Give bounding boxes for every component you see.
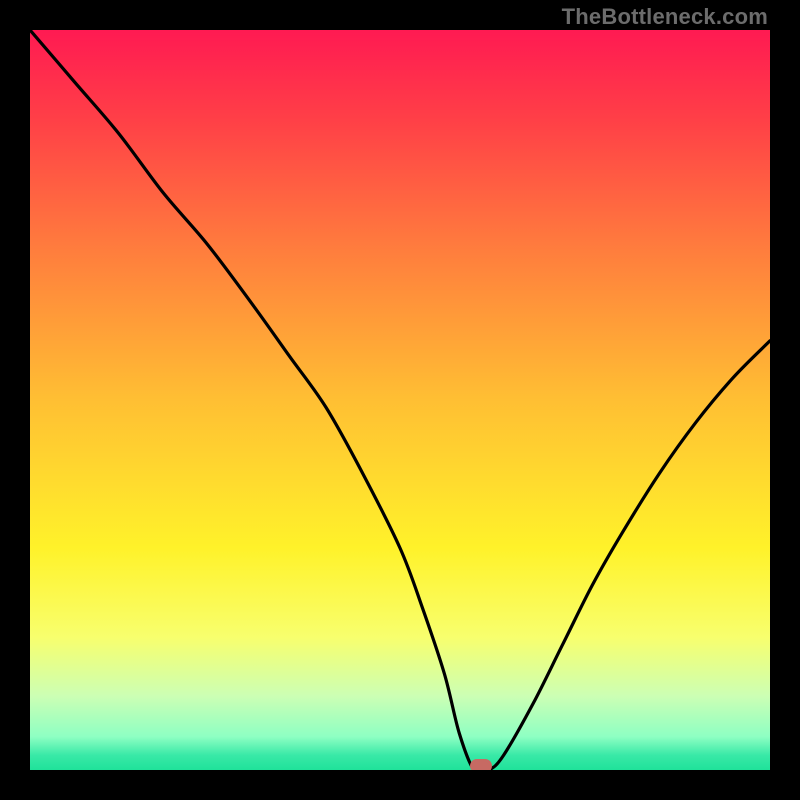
bottleneck-curve bbox=[30, 30, 770, 770]
watermark-text: TheBottleneck.com bbox=[562, 4, 768, 30]
optimal-point-marker bbox=[470, 759, 492, 770]
chart-frame: TheBottleneck.com bbox=[0, 0, 800, 800]
plot-area bbox=[30, 30, 770, 770]
